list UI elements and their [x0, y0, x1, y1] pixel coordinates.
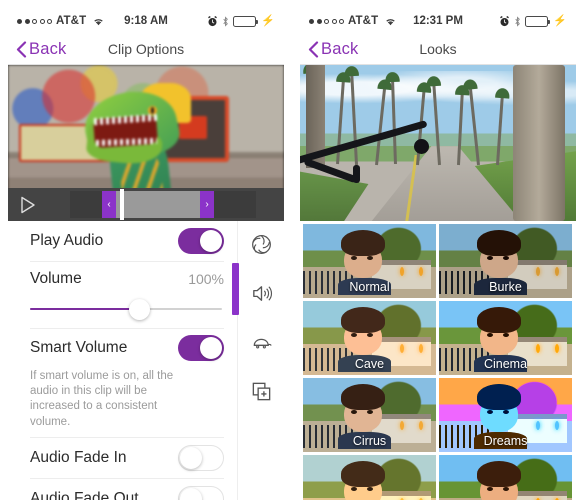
look-tile[interactable]: Cave — [303, 301, 436, 375]
back-button[interactable]: Back — [8, 40, 66, 59]
trim-handle-left[interactable]: ‹ — [102, 191, 116, 218]
right-phone-screen: AT&T 12:31 PM ⚡ Back Looks Normal Burke … — [292, 0, 584, 500]
clip-thumbnail-bike-path — [300, 65, 576, 221]
play-audio-label: Play Audio — [30, 232, 104, 249]
look-label: Dreams — [483, 434, 528, 448]
wifi-icon — [92, 16, 105, 27]
play-icon[interactable] — [20, 196, 36, 214]
volume-label: Volume — [30, 270, 82, 287]
status-bar-left-group: AT&T — [17, 15, 105, 27]
trim-track-selected — [134, 191, 200, 218]
look-tile[interactable]: Burke — [439, 224, 572, 298]
clip-scrubber[interactable]: ‹ › — [8, 188, 284, 221]
video-preview-left[interactable]: ‹ › — [8, 65, 284, 221]
signal-dot — [324, 18, 329, 24]
duplicate-clip-icon[interactable] — [248, 378, 274, 404]
aperture-looks-icon[interactable] — [248, 231, 274, 257]
trim-track-unselected-right — [214, 191, 256, 218]
alarm-clock-icon — [207, 15, 218, 27]
audio-fade-out-label: Audio Fade Out — [30, 489, 139, 500]
looks-grid[interactable]: Normal Burke Cave Cinema Cirrus Dreams — [300, 221, 576, 500]
tool-rail — [232, 221, 284, 500]
volume-header: Volume 100% — [30, 262, 224, 296]
smart-volume-description: If smart volume is on, all the audio in … — [30, 370, 174, 428]
trim-track[interactable]: ‹ › — [70, 191, 256, 218]
carrier-label: AT&T — [56, 15, 87, 27]
signal-strength-dots — [309, 18, 344, 24]
signal-strength-dots — [17, 18, 52, 24]
status-bar-left-group: AT&T — [309, 15, 397, 27]
look-label: Cave — [354, 357, 385, 371]
chevron-left-icon — [16, 40, 27, 58]
signal-dot — [32, 18, 37, 24]
signal-dot — [309, 18, 314, 24]
volume-slider-track[interactable] — [30, 298, 222, 320]
smart-volume-label: Smart Volume — [30, 339, 128, 356]
look-tile[interactable]: Normal — [303, 224, 436, 298]
trim-handle-right[interactable]: › — [200, 191, 214, 218]
charging-bolt-icon: ⚡ — [261, 14, 275, 27]
look-tile[interactable]: Cirrus — [303, 378, 436, 452]
battery-charging-icon — [233, 15, 259, 27]
look-tile[interactable] — [303, 455, 436, 500]
audio-fade-in-label: Audio Fade In — [30, 448, 127, 466]
alarm-clock-icon — [499, 15, 510, 27]
volume-slider[interactable] — [30, 296, 224, 322]
clip-options-panel: Play Audio Volume 100% Smart Volume If s… — [8, 221, 284, 500]
trim-track-selected-pre — [116, 191, 134, 218]
carrier-label: AT&T — [348, 15, 379, 27]
look-label: Burke — [489, 280, 522, 294]
settings-rows: Play Audio Volume 100% Smart Volume If s… — [8, 221, 236, 500]
signal-dot — [331, 18, 337, 24]
row-smart-volume: Smart Volume If smart volume is on, all … — [30, 329, 224, 438]
nav-bar-left: Back Clip Options — [8, 34, 284, 65]
row-audio-fade-out[interactable]: Audio Fade Out — [30, 479, 224, 500]
look-label: Cinema — [483, 357, 528, 371]
audio-fade-out-toggle[interactable] — [178, 485, 224, 500]
video-preview-right[interactable] — [300, 65, 576, 221]
volume-slider-fill — [30, 308, 140, 310]
look-tile[interactable]: Dreams — [439, 378, 572, 452]
scroll-indicator[interactable] — [232, 263, 239, 315]
back-label: Back — [321, 39, 359, 58]
signal-dot — [316, 18, 322, 24]
status-bar-right: AT&T 12:31 PM ⚡ — [300, 8, 576, 34]
signal-dot — [339, 18, 344, 24]
volume-slider-thumb[interactable] — [128, 298, 150, 320]
smart-volume-header[interactable]: Smart Volume — [30, 329, 224, 367]
playhead[interactable] — [120, 189, 124, 220]
chevron-left-icon — [308, 40, 319, 58]
play-audio-toggle[interactable] — [178, 228, 224, 254]
audio-fade-in-toggle[interactable] — [178, 444, 224, 471]
look-label: Normal — [349, 280, 390, 294]
look-label: Cirrus — [352, 434, 387, 448]
turtle-speed-icon[interactable] — [248, 329, 274, 355]
status-bar-left: AT&T 9:18 AM ⚡ — [8, 8, 284, 34]
signal-dot — [47, 18, 52, 24]
smart-volume-toggle[interactable] — [178, 335, 224, 361]
signal-dot — [39, 18, 45, 24]
back-label: Back — [29, 39, 67, 58]
battery-charging-icon — [525, 15, 551, 27]
volume-value: 100% — [188, 271, 224, 287]
signal-dot — [24, 18, 30, 24]
screenshot-stage: AT&T 9:18 AM ⚡ Back Clip Options ‹ › Pla… — [0, 0, 584, 500]
back-button[interactable]: Back — [300, 40, 358, 59]
bluetooth-icon — [222, 15, 229, 27]
row-audio-fade-in[interactable]: Audio Fade In — [30, 438, 224, 479]
signal-dot — [17, 18, 22, 24]
charging-bolt-icon: ⚡ — [553, 14, 567, 27]
row-volume: Volume 100% — [30, 262, 224, 329]
look-tile-selected[interactable]: Cinema — [439, 301, 572, 375]
status-bar-right-group: ⚡ — [499, 14, 567, 27]
wifi-icon — [384, 16, 397, 27]
trim-track-unselected-left — [70, 191, 102, 218]
row-play-audio[interactable]: Play Audio — [30, 221, 224, 262]
nav-bar-right: Back Looks — [300, 34, 576, 65]
left-phone-screen: AT&T 9:18 AM ⚡ Back Clip Options ‹ › Pla… — [0, 0, 292, 500]
speaker-audio-icon[interactable] — [248, 280, 274, 306]
status-bar-right-group: ⚡ — [207, 14, 275, 27]
bluetooth-icon — [514, 15, 521, 27]
look-tile[interactable] — [439, 455, 572, 500]
